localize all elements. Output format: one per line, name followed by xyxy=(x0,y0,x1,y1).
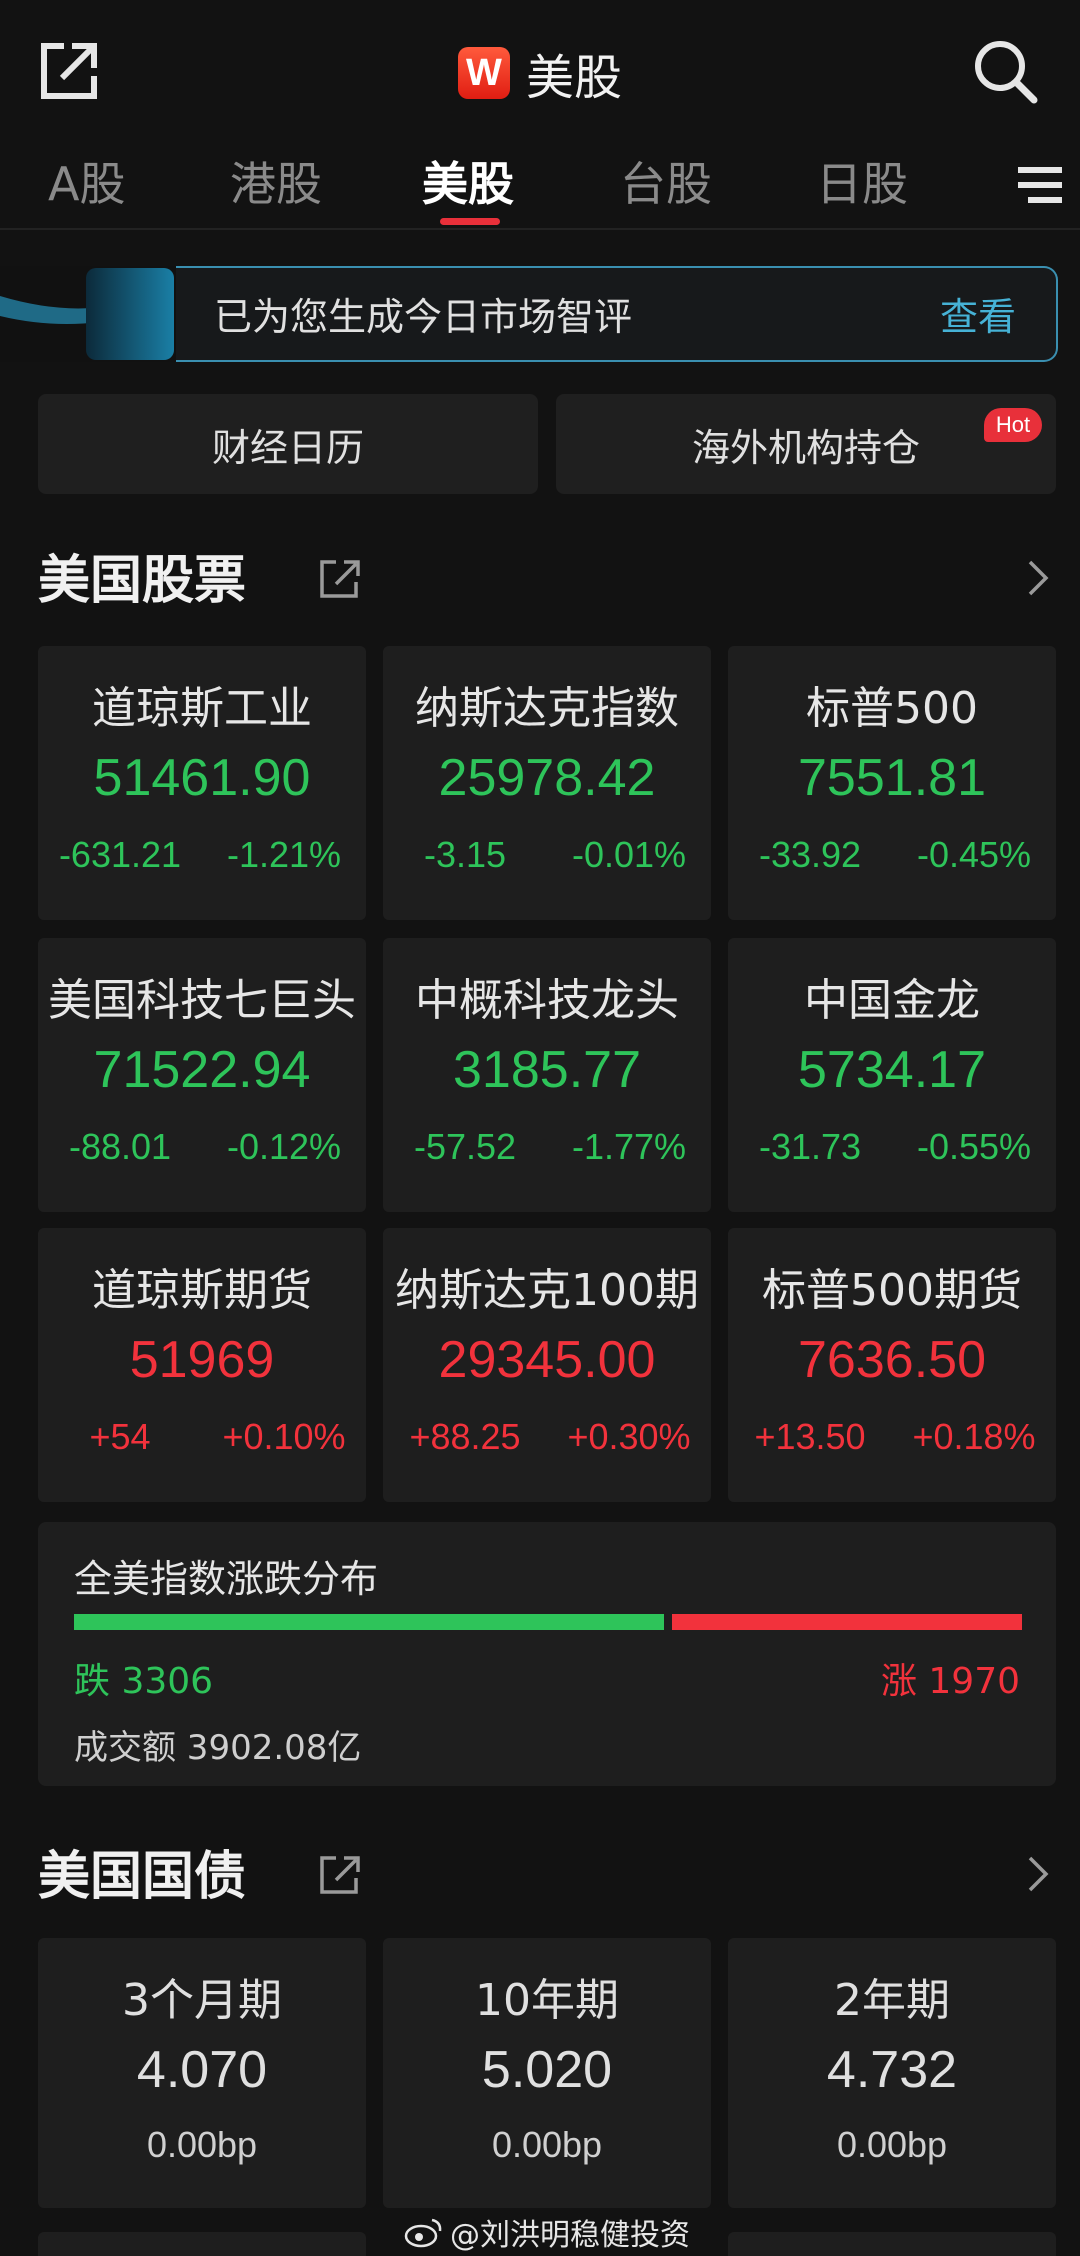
index-name: 中国金龙 xyxy=(804,975,980,1026)
share-icon[interactable] xyxy=(318,1852,362,1896)
app-logo: W xyxy=(457,47,510,99)
index-value: 51461.90 xyxy=(93,749,311,807)
weibo-icon xyxy=(404,2218,442,2248)
index-name: 标普500期货 xyxy=(762,1265,1022,1316)
index-change-pct: +0.18% xyxy=(912,1416,1036,1457)
tab-tw-stocks[interactable]: 台股 xyxy=(620,148,712,214)
index-change: -88.01 xyxy=(68,1126,172,1167)
index-name: 道琼斯工业 xyxy=(92,683,312,734)
decliners-bar xyxy=(74,1614,664,1630)
index-value: 3185.77 xyxy=(453,1041,641,1099)
index-change: -57.52 xyxy=(413,1126,517,1167)
index-card[interactable]: 中概科技龙头 3185.77 -57.52 -1.77% xyxy=(383,938,711,1212)
menu-icon[interactable] xyxy=(1018,165,1062,205)
active-tab-indicator xyxy=(440,218,500,225)
watermark-text: @刘洪明稳健投资 xyxy=(450,2218,690,2253)
turnover-value: 成交额 3902.08亿 xyxy=(74,1728,362,1768)
search-icon[interactable] xyxy=(972,38,1038,104)
bond-change: 0.00bp xyxy=(146,2124,258,2165)
index-card[interactable]: 道琼斯工业 51461.90 -631.21 -1.21% xyxy=(38,646,366,920)
index-change: -631.21 xyxy=(58,834,182,875)
bond-change: 0.00bp xyxy=(836,2124,948,2165)
index-card[interactable]: 中国金龙 5734.17 -31.73 -0.55% xyxy=(728,938,1056,1212)
index-change-pct: -0.01% xyxy=(571,834,687,875)
advancers-bar xyxy=(672,1614,1022,1630)
financial-calendar-button[interactable]: 财经日历 xyxy=(38,394,538,494)
bond-card[interactable]: 2年期 4.732 0.00bp xyxy=(728,1938,1056,2208)
index-value: 71522.94 xyxy=(93,1041,311,1099)
index-card[interactable]: 道琼斯期货 51969 +54 +0.10% xyxy=(38,1228,366,1502)
bond-yield: 4.070 xyxy=(136,2041,268,2099)
index-change-pct: +0.30% xyxy=(567,1416,691,1457)
index-name: 纳斯达克指数 xyxy=(415,683,679,734)
index-change-pct: -0.55% xyxy=(916,1126,1032,1167)
bond-card[interactable]: 3个月期 4.070 0.00bp xyxy=(38,1938,366,2208)
banner-art-icon xyxy=(0,266,176,362)
hot-badge: Hot xyxy=(984,408,1042,442)
bond-card[interactable]: 10年期 5.020 0.00bp xyxy=(383,1938,711,2208)
index-change: +88.25 xyxy=(409,1416,521,1457)
card-stub xyxy=(38,2232,366,2256)
tab-jp-stocks[interactable]: 日股 xyxy=(816,148,908,214)
section-title-us-treasuries: 美国国债 xyxy=(38,1847,247,1907)
chevron-right-icon[interactable] xyxy=(1026,1854,1050,1894)
bond-yield: 5.020 xyxy=(481,2041,613,2099)
index-name: 中概科技龙头 xyxy=(415,975,679,1026)
section-title-us-stocks: 美国股票 xyxy=(38,551,247,611)
index-change-pct: -1.21% xyxy=(226,834,342,875)
watermark: @刘洪明稳健投资 xyxy=(404,2210,690,2254)
index-value: 5734.17 xyxy=(798,1041,986,1099)
index-change: +54 xyxy=(89,1416,151,1457)
bond-change: 0.00bp xyxy=(491,2124,603,2165)
index-value: 29345.00 xyxy=(438,1331,656,1389)
index-name: 纳斯达克100期 xyxy=(395,1265,699,1316)
index-change-pct: -0.45% xyxy=(916,834,1032,875)
index-value: 25978.42 xyxy=(438,749,656,807)
bond-name: 3个月期 xyxy=(122,1975,282,2026)
index-value: 7551.81 xyxy=(798,749,986,807)
index-change: -31.73 xyxy=(758,1126,862,1167)
index-value: 51969 xyxy=(129,1331,275,1389)
index-change-pct: +0.10% xyxy=(222,1416,346,1457)
index-card[interactable]: 标普500期货 7636.50 +13.50 +0.18% xyxy=(728,1228,1056,1502)
chevron-right-icon[interactable] xyxy=(1026,558,1050,598)
banner-view-link[interactable]: 查看 xyxy=(940,286,1016,341)
tab-hk-stocks[interactable]: 港股 xyxy=(230,148,322,214)
tab-a-shares[interactable]: A股 xyxy=(48,148,125,214)
index-change: -33.92 xyxy=(758,834,862,875)
decliners-count: 跌 3306 xyxy=(74,1661,214,1702)
overseas-holdings-button[interactable]: 海外机构持仓 xyxy=(556,394,1056,494)
bond-yield: 4.732 xyxy=(826,2041,958,2099)
index-change-pct: -0.12% xyxy=(226,1126,342,1167)
divider xyxy=(0,228,1080,230)
page-title: 美股 xyxy=(525,50,622,106)
index-card[interactable]: 纳斯达克指数 25978.42 -3.15 -0.01% xyxy=(383,646,711,920)
index-card[interactable]: 标普500 7551.81 -33.92 -0.45% xyxy=(728,646,1056,920)
index-name: 标普500 xyxy=(806,683,978,734)
bond-name: 10年期 xyxy=(475,1975,619,2026)
index-change: +13.50 xyxy=(754,1416,866,1457)
bond-name: 2年期 xyxy=(834,1975,950,2026)
index-name: 美国科技七巨头 xyxy=(48,975,356,1026)
app-header: W 美股 xyxy=(0,38,1080,108)
index-change: -3.15 xyxy=(423,834,507,875)
banner-text: 已为您生成今日市场智评 xyxy=(214,295,633,339)
distribution-title: 全美指数涨跌分布 xyxy=(74,1557,379,1601)
index-value: 7636.50 xyxy=(798,1331,986,1389)
tab-us-stocks[interactable]: 美股 xyxy=(422,148,514,214)
card-stub xyxy=(728,2232,1056,2256)
index-card[interactable]: 纳斯达克100期 29345.00 +88.25 +0.30% xyxy=(383,1228,711,1502)
index-name: 道琼斯期货 xyxy=(92,1265,312,1316)
index-change-pct: -1.77% xyxy=(571,1126,687,1167)
index-card[interactable]: 美国科技七巨头 71522.94 -88.01 -0.12% xyxy=(38,938,366,1212)
market-tabs: A股 港股 美股 台股 日股 xyxy=(0,148,1080,228)
advancers-count: 涨 1970 xyxy=(880,1661,1020,1702)
share-icon[interactable] xyxy=(318,556,362,600)
